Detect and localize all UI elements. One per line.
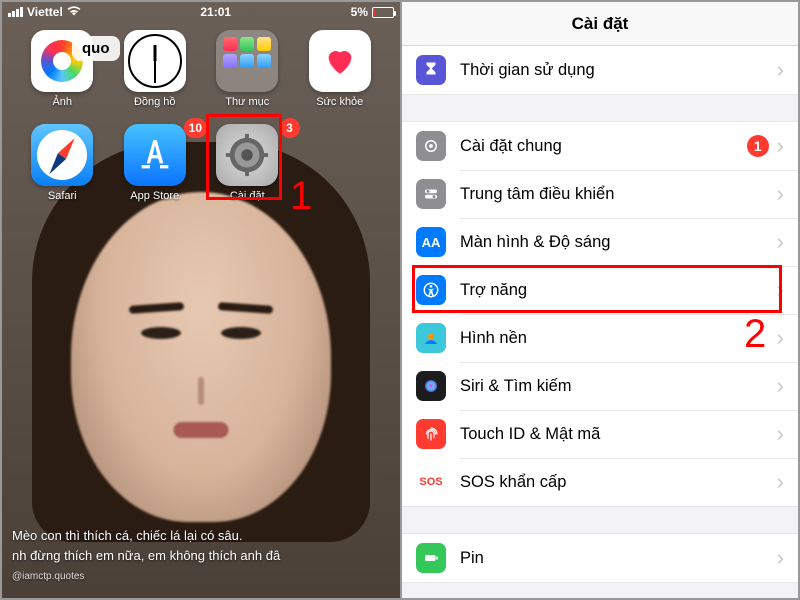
quo-bubble: quo [72,36,120,61]
badge: 3 [280,118,300,138]
chevron-right-icon: › [777,545,784,571]
battery-icon [416,543,446,573]
app-label: Ảnh [52,96,72,108]
annotation-number-2: 2 [744,312,766,357]
row-label: Màn hình & Độ sáng [460,233,777,252]
app-appstore[interactable]: 10 App Store [109,124,202,202]
fingerprint-icon [416,419,446,449]
battery-pct: 5% [351,5,368,19]
row-label: SOS khẩn cấp [460,473,777,492]
chevron-right-icon: › [777,57,784,83]
battery-icon [372,7,394,18]
settings-list[interactable]: Thời gian sử dụng › Cài đặt chung 1 › Tr… [402,46,798,598]
hourglass-icon [416,55,446,85]
app-health[interactable]: Sức khỏe [294,30,387,108]
clock-label: 21:01 [200,5,231,19]
row-battery[interactable]: Pin › [402,534,798,582]
settings-title: Cài đặt [402,2,798,46]
app-label: Thư mục [225,96,269,108]
quote-line-1: Mèo con thì thích cá, chiếc lá lại có sâ… [12,526,390,546]
row-touchid[interactable]: Touch ID & Mật mã › [402,410,798,458]
folder-icon [216,30,278,92]
signal-icon [8,7,23,17]
row-label: Siri & Tìm kiếm [460,377,777,396]
homescreen-pane: Viettel 21:01 5% Mèo con thì thích cá, c… [2,2,400,598]
chevron-right-icon: › [777,325,784,351]
row-wallpaper[interactable]: Hình nền › [402,314,798,362]
annotation-box-2 [412,265,782,313]
siri-icon [416,371,446,401]
health-icon [309,30,371,92]
app-grid: Ảnh Đồng hồ Thư mục Sức khỏe Safari [2,26,400,206]
sos-icon: SOS [416,467,446,497]
app-folder[interactable]: Thư mục [201,30,294,108]
app-label: Sức khỏe [316,96,363,108]
app-label: App Store [130,190,179,202]
row-screentime[interactable]: Thời gian sử dụng › [402,46,798,94]
safari-icon [31,124,93,186]
app-safari[interactable]: Safari [16,124,109,202]
chevron-right-icon: › [777,181,784,207]
chevron-right-icon: › [777,421,784,447]
row-siri[interactable]: Siri & Tìm kiếm › [402,362,798,410]
clock-icon [124,30,186,92]
status-bar: Viettel 21:01 5% [2,2,400,22]
row-label: Hình nền [460,329,777,348]
wallpaper-icon [416,323,446,353]
gear-icon [416,131,446,161]
chevron-right-icon: › [777,469,784,495]
row-control-center[interactable]: Trung tâm điều khiển › [402,170,798,218]
annotation-box-1 [206,114,282,200]
quote-watermark: @iamctp.quotes [12,569,390,584]
app-clock[interactable]: Đồng hồ [109,30,202,108]
quote-line-2: nh đừng thích em nữa, em không thích anh… [12,546,390,566]
chevron-right-icon: › [777,373,784,399]
row-label: Thời gian sử dụng [460,61,777,80]
app-label: Đồng hồ [134,96,176,108]
chevron-right-icon: › [777,229,784,255]
badge: 1 [747,135,769,157]
carrier-label: Viettel [27,5,63,19]
row-label: Cài đặt chung [460,137,747,156]
control-center-icon [416,179,446,209]
wifi-icon [67,5,81,19]
row-sos[interactable]: SOS SOS khẩn cấp › [402,458,798,506]
wallpaper-quote: Mèo con thì thích cá, chiếc lá lại có sâ… [2,518,400,588]
chevron-right-icon: › [777,133,784,159]
row-label: Trung tâm điều khiển [460,185,777,204]
row-label: Pin [460,549,777,568]
app-label: Safari [48,190,77,202]
settings-pane: Cài đặt Thời gian sử dụng › Cài đặt chun… [400,2,798,598]
display-icon: AA [416,227,446,257]
annotation-number-1: 1 [290,174,312,219]
row-label: Touch ID & Mật mã [460,425,777,444]
appstore-icon [124,124,186,186]
row-general[interactable]: Cài đặt chung 1 › [402,122,798,170]
row-display[interactable]: AA Màn hình & Độ sáng › [402,218,798,266]
